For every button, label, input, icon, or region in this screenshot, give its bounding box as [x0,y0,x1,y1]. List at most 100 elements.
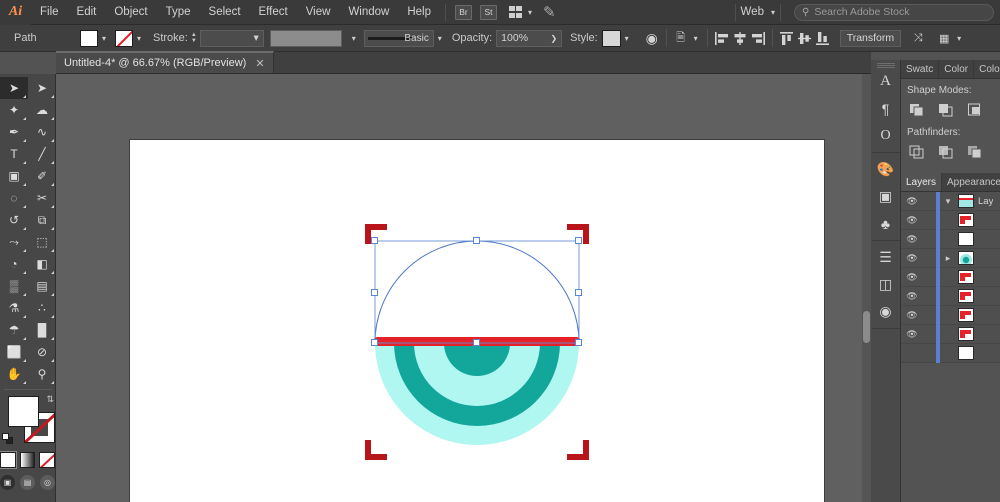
artboard[interactable] [130,140,824,502]
recolor-artwork-icon[interactable]: ◉ [643,29,661,47]
eye-icon[interactable]: 👁 [901,253,923,264]
align-right-icon[interactable] [749,29,767,47]
chevron-down-icon[interactable]: ▾ [940,196,956,207]
style-chevron-down-icon[interactable]: ▾ [621,30,633,47]
swap-fill-stroke-icon[interactable]: ⇅ [46,394,54,405]
direct-selection-tool[interactable]: ➤ [28,77,56,99]
symbols-panel-icon[interactable]: ▣ [871,183,901,210]
brush-chevron-down-icon[interactable]: ▾ [434,30,446,47]
rotate-tool[interactable]: ↺ [0,209,28,231]
paintbrush-tool[interactable]: ✐ [28,165,56,187]
type-tool[interactable]: T [0,143,28,165]
paragraph-panel-icon[interactable]: ¶ [871,95,901,122]
layer-name[interactable]: Lay [978,196,993,207]
layer-row[interactable]: 👁 [901,324,1000,344]
divide-button[interactable] [907,143,928,161]
eye-icon[interactable]: 👁 [901,234,923,245]
artwork[interactable] [130,140,824,502]
slice-tool[interactable]: ⊘ [28,341,56,363]
edit-toolbar-icon[interactable]: ▦ [935,29,953,47]
layer-row[interactable]: 👁 ▸ [901,248,1000,268]
eye-icon[interactable]: 👁 [901,310,923,321]
chevron-down-icon[interactable]: ▾ [528,8,532,17]
shape-builder-tool[interactable]: ◔ [0,253,28,275]
glyphs-panel-icon[interactable]: O [871,122,901,149]
draw-behind-button[interactable]: ▤ [20,475,35,490]
workspace-chevron-down-icon[interactable]: ▾ [771,8,775,17]
arrange-documents-icon[interactable] [509,6,524,18]
color-mode-button[interactable] [0,451,17,469]
draw-inside-button[interactable]: ◎ [40,475,55,490]
menu-window[interactable]: Window [339,0,398,25]
perspective-grid-tool[interactable]: ◧ [28,253,56,275]
eye-icon[interactable]: 👁 [901,291,923,302]
trim-button[interactable] [936,143,957,161]
opacity-input[interactable]: 100% ❯ [496,29,563,47]
artboard-tool[interactable]: ⬜ [0,341,28,363]
tab-color[interactable]: Color [939,60,975,78]
layer-row[interactable]: 👁 [901,229,1000,249]
layer-row[interactable]: 👁 ▾ Lay [901,191,1000,211]
fill-color-swatch[interactable] [80,29,98,47]
character-panel-icon[interactable]: A [871,68,901,95]
stroke-color-swatch[interactable] [115,29,133,47]
stroke-profile-chevron-down-icon[interactable]: ▾ [348,30,360,47]
stroke-weight-dropdown[interactable]: ▾ [199,29,264,47]
search-input[interactable]: ⚲ Search Adobe Stock [794,3,994,21]
merge-button[interactable] [965,143,986,161]
chevron-right-icon[interactable]: ▸ [940,253,956,264]
unite-button[interactable] [907,101,928,119]
tab-appearance[interactable]: Appearance [942,173,1000,191]
workspace-label[interactable]: Web [741,6,764,18]
transform-button[interactable]: Transform [839,29,902,47]
layer-row[interactable]: 👁 [901,305,1000,325]
gradient-mode-button[interactable] [19,452,36,468]
menu-edit[interactable]: Edit [68,0,106,25]
brush-definition-dropdown[interactable]: Basic [363,29,434,47]
magic-wand-tool[interactable]: ✦ [0,99,28,121]
align-center-horizontal-icon[interactable] [731,29,749,47]
isolate-selected-icon[interactable]: ⤨ [909,29,927,47]
layer-row[interactable]: 👁 [901,210,1000,230]
layer-row[interactable] [901,343,1000,363]
bridge-button[interactable]: Br [455,4,472,20]
menu-file[interactable]: File [31,0,68,25]
pen-tool[interactable]: ✒ [0,121,28,143]
close-icon[interactable]: ✕ [255,57,264,70]
symbol-sprayer-tool[interactable]: ☂ [0,319,28,341]
selection-tool[interactable]: ➤ [0,77,28,99]
align-top-icon[interactable] [778,29,796,47]
menu-type[interactable]: Type [157,0,200,25]
document-setup-chevron-down-icon[interactable]: ▾ [690,30,702,47]
document-setup-icon[interactable]: 🗎 [672,29,690,47]
align-center-vertical-icon[interactable] [796,29,814,47]
transparency-panel-icon[interactable]: ◉ [871,298,901,325]
eye-icon[interactable]: 👁 [901,272,923,283]
curvature-tool[interactable]: ∿ [28,121,56,143]
none-mode-button[interactable] [39,452,56,468]
draw-normal-button[interactable]: ▣ [0,475,15,490]
blend-tool[interactable]: ∴ [28,297,56,319]
width-tool[interactable]: ⤳ [0,231,28,253]
stock-button[interactable]: St [480,4,497,20]
fill-color-indicator[interactable] [8,396,39,427]
menu-help[interactable]: Help [398,0,440,25]
line-segment-tool[interactable]: ╱ [28,143,56,165]
align-bottom-icon[interactable] [814,29,832,47]
layer-row[interactable]: 👁 [901,267,1000,287]
tab-layers[interactable]: Layers [901,173,943,191]
zoom-tool[interactable]: ⚲ [28,363,56,385]
hand-tool[interactable]: ✋ [0,363,28,385]
stroke-weight-stepper[interactable]: ▲ ▼ [191,32,197,44]
menu-view[interactable]: View [297,0,340,25]
fill-chevron-down-icon[interactable]: ▾ [98,30,110,47]
eye-icon[interactable]: 👁 [901,196,923,207]
stroke-chevron-down-icon[interactable]: ▾ [133,30,145,47]
stroke-profile-dropdown[interactable] [269,29,342,47]
tab-swatches[interactable]: Swatc [901,60,940,78]
eye-icon[interactable]: 👁 [901,329,923,340]
brushes-panel-icon[interactable]: 🎨 [871,156,901,183]
default-fill-stroke-icon[interactable] [2,433,13,444]
gradient-panel-icon[interactable]: ◫ [871,271,901,298]
menu-object[interactable]: Object [105,0,156,25]
